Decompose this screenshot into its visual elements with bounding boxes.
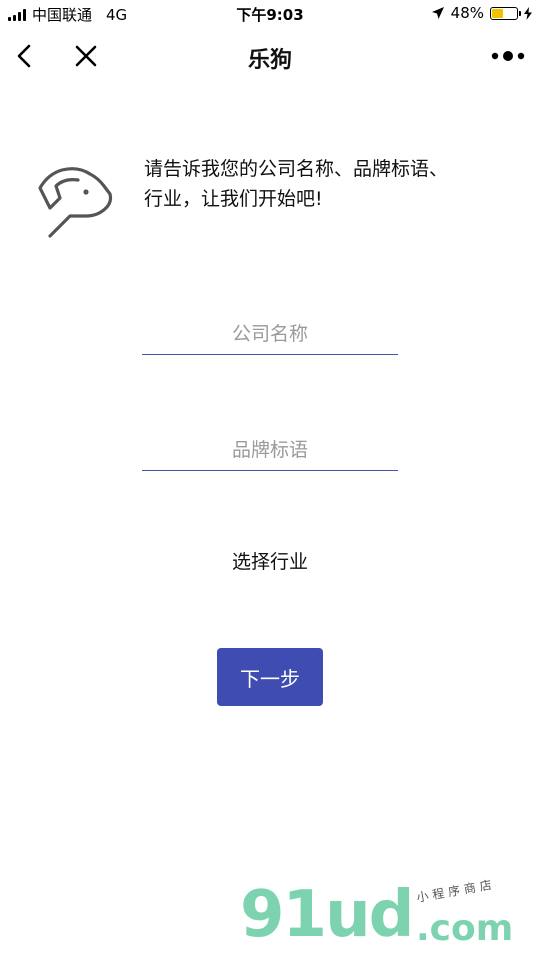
charging-bolt-icon [524, 6, 532, 20]
dog-head-icon [38, 167, 113, 238]
watermark-domain: .com [416, 908, 514, 949]
watermark: 91ud 小程序商店 .com [240, 877, 540, 960]
brand-slogan-input[interactable] [142, 430, 398, 471]
battery-percent: 48% [450, 4, 484, 22]
next-step-button[interactable]: 下一步 [217, 648, 323, 706]
watermark-logo: 91ud [240, 878, 414, 952]
watermark-tagline: 小程序商店 [415, 877, 497, 905]
location-arrow-icon [431, 7, 444, 19]
more-dots-icon[interactable] [490, 44, 526, 68]
battery-fill [492, 8, 504, 18]
intro-section: 请告诉我您的公司名称、品牌标语、行业，让我们开始吧! [34, 150, 504, 250]
nav-bar: 乐狗 [0, 28, 540, 84]
battery-icon [490, 6, 521, 20]
intro-text: 请告诉我您的公司名称、品牌标语、行业，让我们开始吧! [144, 158, 449, 210]
page-title: 乐狗 [247, 48, 292, 73]
status-right: 48% [431, 4, 532, 22]
company-name-input[interactable] [142, 314, 398, 355]
status-bar: 中国联通 4G 下午9:03 48% [0, 0, 540, 28]
select-industry-picker[interactable]: 选择行业 [0, 547, 540, 574]
